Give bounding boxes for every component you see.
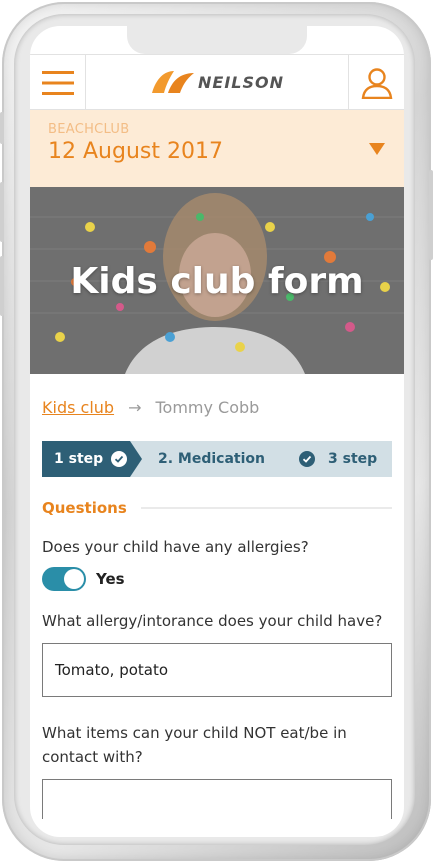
allergy-toggle-row: Yes xyxy=(42,567,392,591)
selected-date: 12 August 2017 xyxy=(48,139,223,164)
user-icon xyxy=(361,67,392,99)
step-1[interactable]: 1 step xyxy=(42,441,142,477)
phone-notch xyxy=(127,26,307,54)
question-allergies: Does your child have any allergies? xyxy=(42,538,309,556)
step-2[interactable]: 2. Medication xyxy=(122,441,322,477)
neilson-logo[interactable]: NEILSON xyxy=(86,55,348,109)
hero-banner: Kids club form xyxy=(30,187,404,374)
date-selector[interactable]: BEACHCLUB 12 August 2017 xyxy=(30,110,404,187)
allergy-type-input[interactable]: Tomato, potato xyxy=(42,643,392,697)
location-label: BEACHCLUB xyxy=(48,122,130,137)
page-title: Kids club form xyxy=(70,261,364,302)
toggle-knob xyxy=(64,569,84,589)
section-title: Questions xyxy=(42,499,127,517)
step-label: 1 step xyxy=(54,451,104,467)
phone-side-button xyxy=(0,256,4,316)
section-header: Questions xyxy=(42,499,392,517)
phone-side-button xyxy=(0,182,4,242)
phone-side-button xyxy=(429,170,433,260)
logo-text: NEILSON xyxy=(198,72,284,92)
menu-button[interactable] xyxy=(30,55,86,110)
step-label: 3 step xyxy=(328,451,378,467)
step-progress: 3 step 2. Medication 1 step xyxy=(42,441,392,477)
user-account-button[interactable] xyxy=(348,55,404,110)
toggle-label: Yes xyxy=(96,570,125,588)
phone-screen: NEILSON BEACHCLUB 12 August 2017 Kids cl… xyxy=(30,26,404,837)
divider xyxy=(140,507,392,509)
phone-side-button xyxy=(0,112,4,144)
logo-mark-icon xyxy=(152,71,194,93)
app-header: NEILSON xyxy=(30,54,404,110)
arrow-right-icon: → xyxy=(128,398,142,417)
breadcrumb: Kids club → Tommy Cobb xyxy=(42,398,392,417)
check-circle-icon xyxy=(299,451,316,467)
step-label: 2. Medication xyxy=(158,451,266,467)
form-content: Kids club → Tommy Cobb 3 step 2. Medicat… xyxy=(30,374,404,837)
hamburger-icon xyxy=(41,70,74,95)
question-restricted-items: What items can your child NOT eat/be in … xyxy=(42,724,347,766)
restricted-items-input[interactable] xyxy=(42,779,392,819)
breadcrumb-link-kids-club[interactable]: Kids club xyxy=(42,398,114,417)
check-circle-icon xyxy=(111,451,128,467)
caret-down-icon xyxy=(369,143,385,155)
question-allergy-type: What allergy/intorance does your child h… xyxy=(42,612,383,630)
breadcrumb-current: Tommy Cobb xyxy=(155,398,260,417)
allergy-toggle[interactable] xyxy=(42,567,86,591)
